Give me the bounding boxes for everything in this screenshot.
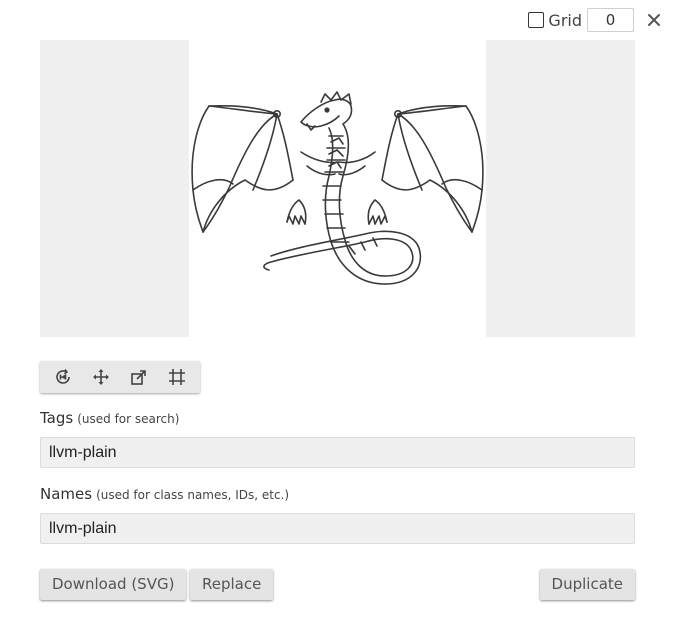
icon-editor-dialog: Grid 0 Tags (used for search) llvm-plain… — [0, 0, 674, 641]
duplicate-button[interactable]: Duplicate — [539, 569, 635, 600]
top-bar: Grid — [528, 8, 662, 32]
tags-hint: (used for search) — [77, 412, 180, 426]
grid-checkbox[interactable] — [528, 12, 545, 28]
move-icon[interactable] — [85, 363, 117, 391]
crop-icon[interactable] — [161, 363, 193, 391]
scale-icon[interactable] — [123, 363, 155, 391]
tags-label: Tags (used for search) — [40, 409, 179, 427]
grid-label: Grid — [548, 10, 582, 30]
grid-size-input[interactable] — [587, 8, 634, 32]
download-svg-button[interactable]: Download (SVG) — [40, 569, 187, 600]
names-label: Names (used for class names, IDs, etc.) — [40, 485, 289, 503]
rotate-icon[interactable] — [47, 363, 79, 391]
tags-label-text: Tags — [40, 409, 74, 427]
names-input[interactable] — [40, 513, 635, 544]
close-icon[interactable] — [646, 12, 662, 28]
icon-preview — [40, 40, 635, 337]
dragon-icon — [191, 91, 484, 285]
names-label-text: Names — [40, 485, 93, 503]
transform-toolbar — [40, 361, 200, 393]
names-hint: (used for class names, IDs, etc.) — [96, 488, 290, 502]
tags-input[interactable] — [40, 437, 635, 468]
replace-button[interactable]: Replace — [190, 569, 274, 600]
grid-toggle[interactable]: Grid — [528, 11, 582, 30]
icon-canvas — [189, 40, 486, 337]
